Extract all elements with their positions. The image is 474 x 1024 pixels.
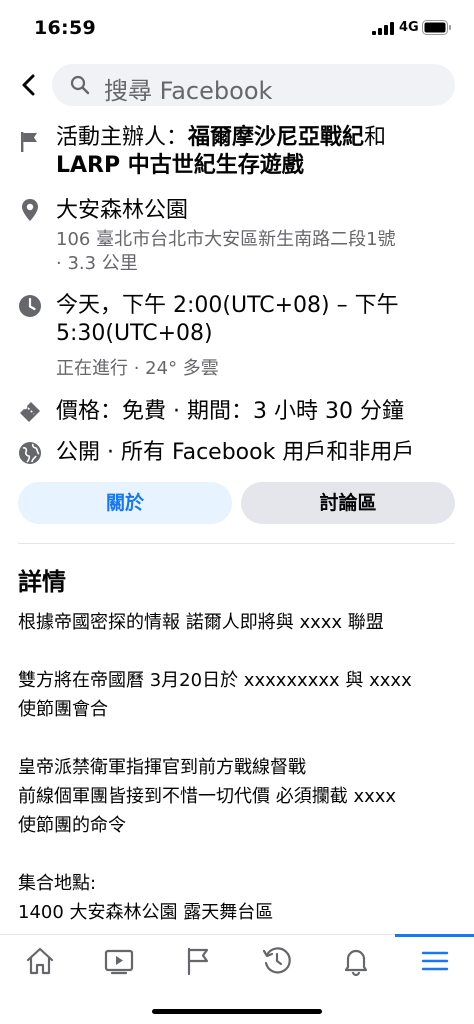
network-label: 4G <box>399 20 419 35</box>
status-time: 16:59 <box>34 17 96 39</box>
details-line: 集合地點: <box>18 873 97 894</box>
event-time-line1: 今天，下午 2:00(UTC+08) – 下午 <box>56 293 399 318</box>
location-pin-icon <box>22 199 38 221</box>
location-distance: · 3.3 公里 <box>56 253 138 274</box>
organizer-text: 活動主辦人：福爾摩沙尼亞戰紀和 LARP 中古世紀生存遊戲 <box>56 124 456 180</box>
video-icon <box>104 949 134 975</box>
tabbar-pages[interactable] <box>158 935 237 991</box>
details-line: 皇帝派禁衛軍指揮官到前方戰線督戰 <box>18 757 306 778</box>
back-arrow-icon[interactable] <box>14 70 44 100</box>
home-icon <box>26 947 54 975</box>
bottom-tab-bar <box>0 934 474 990</box>
tab-discussion[interactable]: 討論區 <box>241 482 455 524</box>
details-line: 雙方將在帝國曆 3月20日於 xxxxxxxxx 與 xxxx <box>18 670 412 691</box>
location-row[interactable]: 大安森林公園 106 臺北市台北市大安區新生南路二段1號 · 3.3 公里 <box>0 196 474 280</box>
price-text: 價格：免費 · 期間：3 小時 30 分鐘 <box>56 399 404 424</box>
signal-icon <box>372 22 394 35</box>
search-row: 搜尋 Facebook <box>0 62 474 108</box>
details-line: 使節團會合 <box>18 699 108 720</box>
bell-icon <box>344 949 368 977</box>
clock-icon <box>19 295 41 317</box>
privacy-row: 公開 · 所有 Facebook 用戶和非用戶 <box>0 439 474 469</box>
tab-about[interactable]: 關於 <box>18 482 232 524</box>
status-bar: 16:59 4G <box>0 0 474 56</box>
price-row: 價格：免費 · 期間：3 小時 30 分鐘 <box>0 398 474 428</box>
divider <box>18 543 455 544</box>
details-heading: 詳情 <box>18 568 66 596</box>
details-line <box>18 637 458 666</box>
organizer-row: 活動主辦人：福爾摩沙尼亞戰紀和 LARP 中古世紀生存遊戲 <box>0 122 474 186</box>
details-line <box>18 724 458 753</box>
organizer-link-1[interactable]: 福爾摩沙尼亞戰紀 <box>188 125 364 150</box>
flag-icon <box>187 947 209 976</box>
location-name: 大安森林公園 <box>56 198 189 223</box>
event-time-line2: 5:30(UTC+08) <box>56 321 213 346</box>
tabbar-notifications[interactable] <box>316 935 395 991</box>
tabbar-menu[interactable] <box>395 934 474 991</box>
details-body: 根據帝國密探的情報 諾爾人即將與 xxxx 聯盟 雙方將在帝國曆 3月20日於 … <box>18 608 458 927</box>
home-indicator[interactable] <box>152 1009 322 1014</box>
search-input[interactable]: 搜尋 Facebook <box>52 64 455 106</box>
ticket-icon <box>20 402 40 422</box>
details-line: 前線個軍團皆接到不惜一切代價 必須攔截 xxxx <box>18 786 397 807</box>
menu-icon <box>421 951 449 971</box>
battery-icon <box>422 20 451 35</box>
event-time: 今天，下午 2:00(UTC+08) – 下午 5:30(UTC+08) <box>56 292 456 348</box>
tabbar-memories[interactable] <box>237 935 316 991</box>
search-placeholder: 搜尋 Facebook <box>104 77 273 105</box>
details-line: 使節團的命令 <box>18 815 126 836</box>
details-line <box>18 840 458 869</box>
organizer-connector: 和 <box>364 125 387 150</box>
tabbar-home[interactable] <box>0 935 79 991</box>
flag-icon <box>21 132 37 152</box>
details-line: 1400 大安森林公園 露天舞台區 <box>18 902 274 923</box>
organizer-link-2[interactable]: LARP 中古世紀生存遊戲 <box>56 153 304 178</box>
location-address-line1: 106 臺北市台北市大安區新生南路二段1號 <box>56 229 396 250</box>
location-address: 106 臺北市台北市大安區新生南路二段1號 · 3.3 公里 <box>56 228 456 276</box>
event-status: 正在進行 · 24° 多雲 <box>56 358 219 379</box>
privacy-text: 公開 · 所有 Facebook 用戶和非用戶 <box>56 440 415 465</box>
clock-icon <box>262 947 291 974</box>
tabbar-video[interactable] <box>79 935 158 991</box>
time-row: 今天，下午 2:00(UTC+08) – 下午 5:30(UTC+08) 正在進… <box>0 292 474 384</box>
globe-icon <box>19 442 41 464</box>
organizer-prefix: 活動主辦人： <box>56 125 189 150</box>
details-line: 根據帝國密探的情報 諾爾人即將與 xxxx 聯盟 <box>18 612 384 633</box>
search-icon <box>70 75 90 95</box>
